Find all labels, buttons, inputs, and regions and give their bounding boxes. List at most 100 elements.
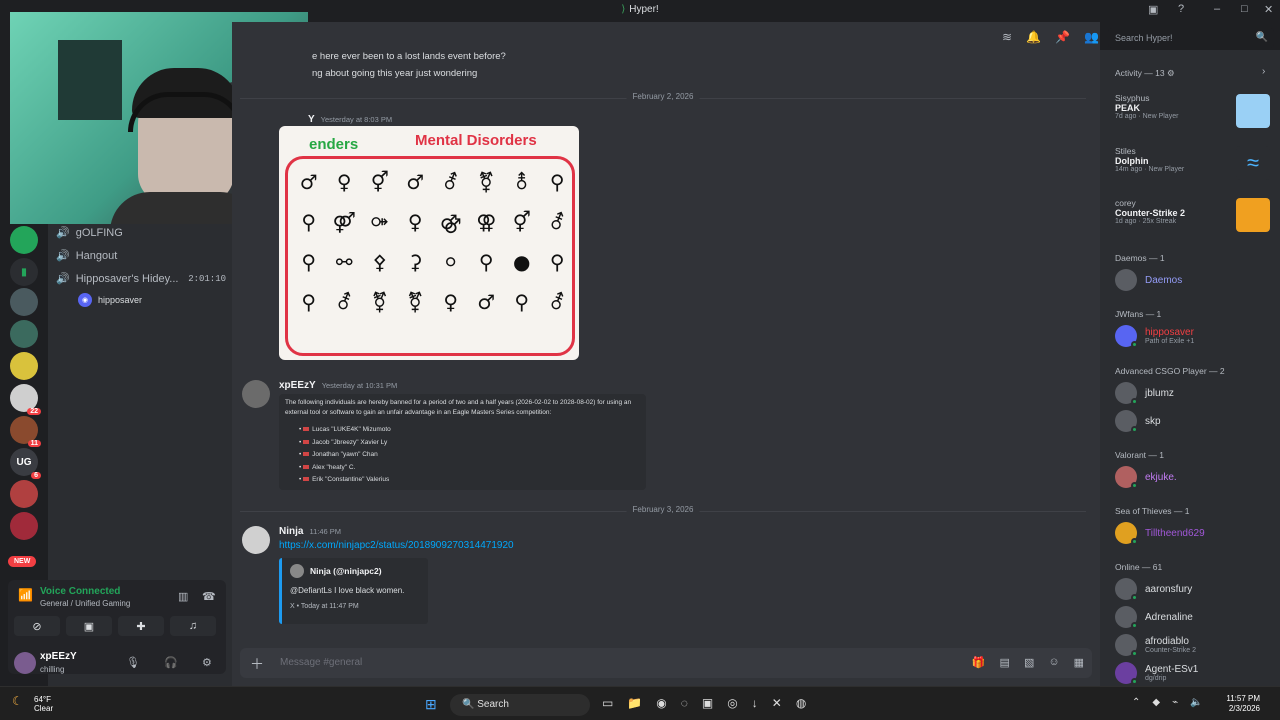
tweet-link[interactable]: https://x.com/ninjapc2/status/2018909270… — [279, 540, 514, 551]
blender-icon[interactable]: ◌ — [681, 696, 688, 710]
activity-card[interactable]: Stiles Dolphin 14m ago · New Player — [1115, 146, 1184, 173]
server-icon[interactable]: 11 — [10, 416, 41, 447]
avatar[interactable] — [242, 526, 270, 554]
member-item[interactable]: Tilltheend629 — [1115, 522, 1205, 545]
voice-user[interactable]: ◉ hipposaver — [78, 293, 142, 307]
gender-symbol: ⚪ — [442, 250, 460, 274]
apps-icon[interactable]: ▦ — [1074, 656, 1084, 669]
message-author[interactable]: Y Yesterday at 8:03 PM — [308, 114, 392, 125]
member-item[interactable]: ekjuke. — [1115, 466, 1177, 489]
member-item[interactable]: aaronsfury — [1115, 578, 1192, 601]
close-button[interactable]: ✕ — [1264, 3, 1273, 16]
threads-icon[interactable]: ≋ — [1002, 30, 1012, 44]
network-icon[interactable]: ⌁ — [1172, 697, 1178, 708]
noise-suppression-icon[interactable]: ▥ — [178, 590, 188, 603]
add-attachment-icon[interactable]: ＋ — [250, 654, 264, 674]
help-icon[interactable]: ? — [1178, 3, 1184, 15]
app-icon[interactable]: ✕ — [772, 696, 782, 710]
app-tray-icon[interactable]: ◆ — [1152, 697, 1160, 708]
member-item[interactable]: Daemos — [1115, 269, 1182, 291]
username[interactable]: xpEEzY — [40, 651, 77, 662]
chrome-icon[interactable]: ◉ — [656, 696, 666, 710]
server-icon[interactable]: ▮ — [10, 258, 38, 286]
search-icon: 🔍 — [1255, 32, 1268, 43]
settings-gear-icon[interactable]: ⚙ — [202, 656, 212, 669]
maximize-button[interactable]: □ — [1241, 3, 1248, 15]
camera-button[interactable]: ⊘ — [14, 616, 60, 636]
avatar[interactable] — [14, 652, 36, 674]
voice-channel-name[interactable]: General / Unified Gaming — [40, 599, 130, 608]
gender-symbol: ♂ — [477, 290, 496, 314]
soundboard-button[interactable]: ♫ — [170, 616, 216, 636]
voice-channel-hipposaver[interactable]: 🔊 Hipposaver's Hidey... 2:01:10 — [56, 272, 226, 286]
file-explorer-icon[interactable]: 📁 — [627, 696, 642, 710]
app-icon[interactable]: ▣ — [702, 696, 713, 710]
message-input[interactable]: Message #general — [280, 657, 362, 668]
member-item[interactable]: Agent-ESv1 dg/drip — [1115, 662, 1198, 685]
bell-icon[interactable]: 🔔 — [1026, 30, 1041, 44]
member-item[interactable]: Adrenaline — [1115, 606, 1193, 629]
image-attachment[interactable]: enders Mental Disorders ♂ ♀ ⚥ ♂ ⚦ ⚧ ⚨ ⚲ ⚲ ⚤ ⚩ ♀ ⚣ ⚢ ⚥ ⚦… — [279, 126, 579, 360]
member-item[interactable]: afrodiablo Counter-Strike 2 — [1115, 634, 1196, 657]
gender-symbol: ♂ — [406, 170, 425, 194]
chevron-up-icon[interactable]: ⌃ — [1132, 697, 1140, 708]
avatar — [290, 564, 304, 578]
tweet-embed[interactable]: Ninja (@ninjapc2) @DefiantLs I love blac… — [279, 558, 428, 624]
message-author[interactable]: Ninja 11:46 PM — [279, 526, 341, 537]
member-item[interactable]: hipposaver Path of Exile +1 — [1115, 325, 1194, 348]
server-icon[interactable] — [10, 480, 38, 508]
discord-icon[interactable]: ◎ — [727, 696, 737, 710]
disconnect-icon[interactable]: ☎ — [202, 590, 216, 603]
activity-card[interactable]: corey Counter-Strike 2 1d ago · 25x Stre… — [1115, 198, 1185, 225]
gear-icon[interactable]: ⚙ — [1167, 68, 1175, 78]
gender-symbol: ⚴ — [372, 250, 388, 274]
system-clock[interactable]: 11:57 PM 2/3/2026 — [1226, 694, 1260, 714]
user-status: chilling — [40, 665, 65, 674]
speaker-icon: 🔊 — [56, 250, 70, 262]
channel-header-toolbar: ≋ 🔔 📌 👥 — [1002, 30, 1099, 44]
image-heading-right: Mental Disorders — [415, 132, 537, 149]
gift-icon[interactable]: 🎁 — [972, 656, 986, 669]
voice-channel-golfing[interactable]: 🔊 gOLFING — [56, 226, 226, 240]
windows-start-icon[interactable]: ⊞ — [425, 696, 437, 713]
gif-icon[interactable]: ▤ — [1000, 656, 1010, 669]
headphones-icon[interactable]: 🎧 — [164, 656, 178, 669]
new-badge[interactable]: NEW — [8, 556, 37, 567]
server-icon[interactable] — [10, 320, 38, 348]
search-input[interactable]: Search Hyper! 🔍 — [1108, 28, 1274, 48]
sticker-icon[interactable]: ▧ — [1024, 656, 1034, 669]
screen-share-button[interactable]: ▣ — [66, 616, 112, 636]
activities-button[interactable]: ✚ — [118, 616, 164, 636]
server-icon[interactable]: UG 6 — [10, 448, 41, 479]
server-icon[interactable] — [10, 226, 38, 254]
emoji-icon[interactable]: ☺ — [1048, 656, 1059, 669]
task-view-icon[interactable]: ▭ — [602, 696, 613, 710]
message-author[interactable]: xpEEzY Yesterday at 10:31 PM — [279, 380, 397, 391]
app-icon[interactable]: ◍ — [796, 696, 806, 710]
activity-header[interactable]: Activity — 13 ⚙ — [1115, 68, 1175, 79]
message-composer[interactable]: ＋ Message #general 🎁 ▤ ▧ ☺ ▦ — [240, 648, 1092, 678]
gender-symbol: ⚲ — [478, 250, 494, 274]
pin-icon[interactable]: 📌 — [1055, 30, 1070, 44]
microphone-icon[interactable]: 🎙 — [126, 656, 140, 669]
member-list-icon[interactable]: 👥 — [1084, 30, 1099, 44]
gender-symbol: ⚩ — [371, 210, 389, 234]
weather-widget[interactable]: ☾ 64°F Clear — [12, 695, 53, 713]
member-item[interactable]: jblumz — [1115, 382, 1174, 405]
avatar[interactable] — [242, 380, 270, 408]
minimize-button[interactable]: – — [1214, 3, 1220, 15]
taskbar-search[interactable]: 🔍 Search — [450, 694, 590, 716]
voice-channel-hangout[interactable]: 🔊 Hangout — [56, 249, 226, 263]
member-item[interactable]: skp — [1115, 410, 1161, 433]
server-icon[interactable]: 22 — [10, 384, 41, 415]
activity-card[interactable]: Sisyphus PEAK 7d ago · New Player — [1115, 93, 1178, 120]
avatar: ◉ — [78, 293, 92, 307]
volume-icon[interactable]: 🔈 — [1190, 697, 1202, 708]
server-icon[interactable] — [10, 352, 38, 380]
server-icon[interactable] — [10, 288, 38, 316]
server-icon[interactable] — [10, 512, 38, 540]
inbox-icon[interactable]: ▣ — [1148, 3, 1158, 16]
gender-symbol: ⚥ — [370, 170, 389, 194]
app-icon[interactable]: ↓ — [752, 696, 758, 710]
chevron-right-icon[interactable]: › — [1262, 66, 1265, 77]
